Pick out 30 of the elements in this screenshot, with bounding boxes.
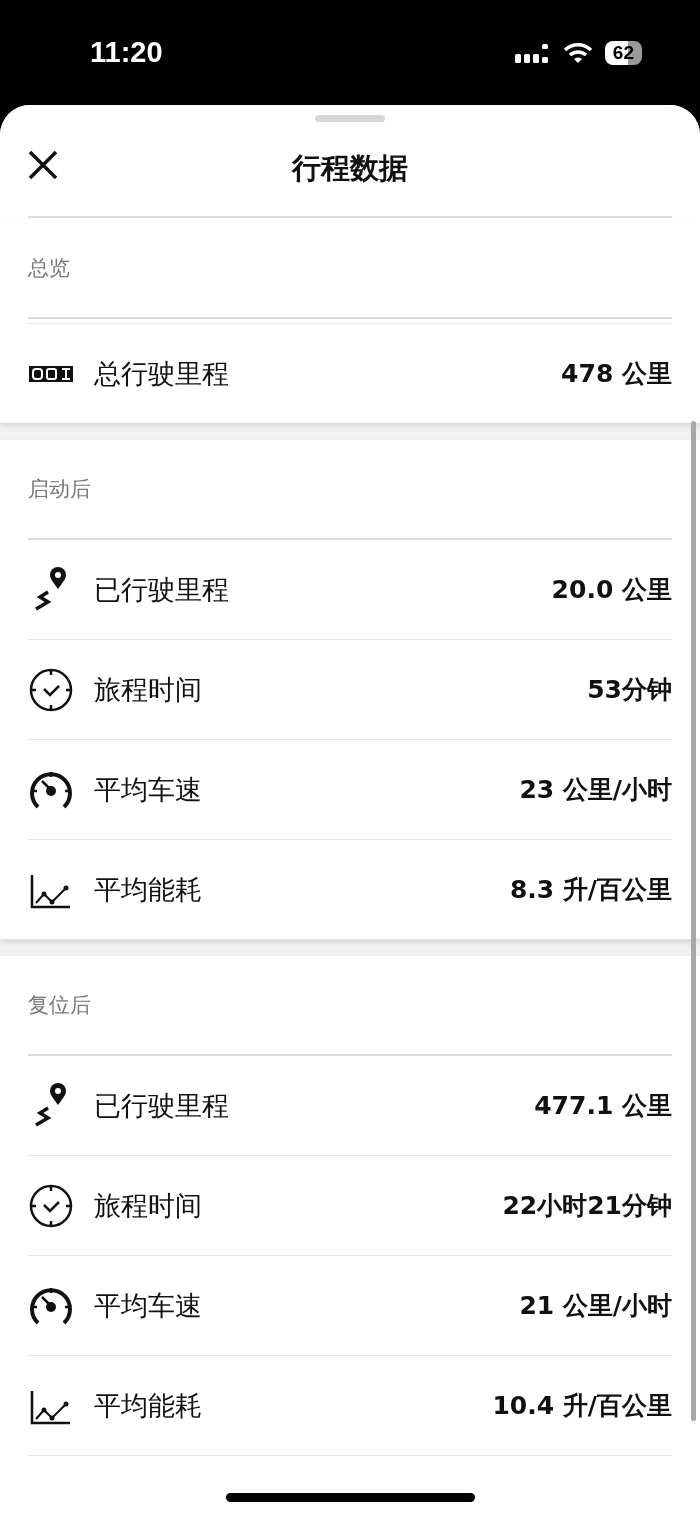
stat-value: 478 公里: [561, 358, 672, 390]
stat-value: 22小时21分钟: [502, 1190, 672, 1222]
stat-value: 8.3 升/百公里: [509, 874, 672, 906]
close-button[interactable]: [28, 150, 58, 180]
stat-label: 旅程时间: [94, 1188, 203, 1223]
battery-indicator: 62: [604, 40, 642, 65]
stat-label: 已行驶里程: [94, 1088, 230, 1123]
wifi-icon: [562, 41, 593, 64]
sheet-title: 行程数据: [292, 150, 408, 187]
clock-icon: [28, 1182, 74, 1229]
stat-label: 旅程时间: [94, 672, 203, 707]
signal-icon: [514, 41, 551, 64]
section-heading: 复位后: [28, 992, 91, 1019]
stat-label: 平均车速: [94, 1288, 203, 1323]
status-time: 11:20: [90, 36, 163, 69]
stat-value: 477.1 公里: [534, 1090, 672, 1122]
stat-label: 平均能耗: [94, 1388, 203, 1423]
stat-label: 总行驶里程: [94, 356, 230, 391]
stat-label: 平均能耗: [94, 872, 203, 907]
stat-value: 53分钟: [587, 674, 672, 706]
section-heading: 总览: [28, 254, 70, 282]
clock-icon: [28, 666, 74, 713]
stat-value: 20.0 公里: [551, 574, 672, 606]
stat-label: 已行驶里程: [94, 572, 230, 607]
section-heading: 启动后: [28, 476, 91, 503]
stat-label: 平均车速: [94, 772, 203, 807]
stat-value: 21 公里/小时: [519, 1290, 672, 1322]
drag-handle[interactable]: [315, 115, 385, 122]
stat-value: 23 公里/小时: [519, 774, 672, 806]
stat-value: 10.4 升/百公里: [492, 1390, 672, 1422]
